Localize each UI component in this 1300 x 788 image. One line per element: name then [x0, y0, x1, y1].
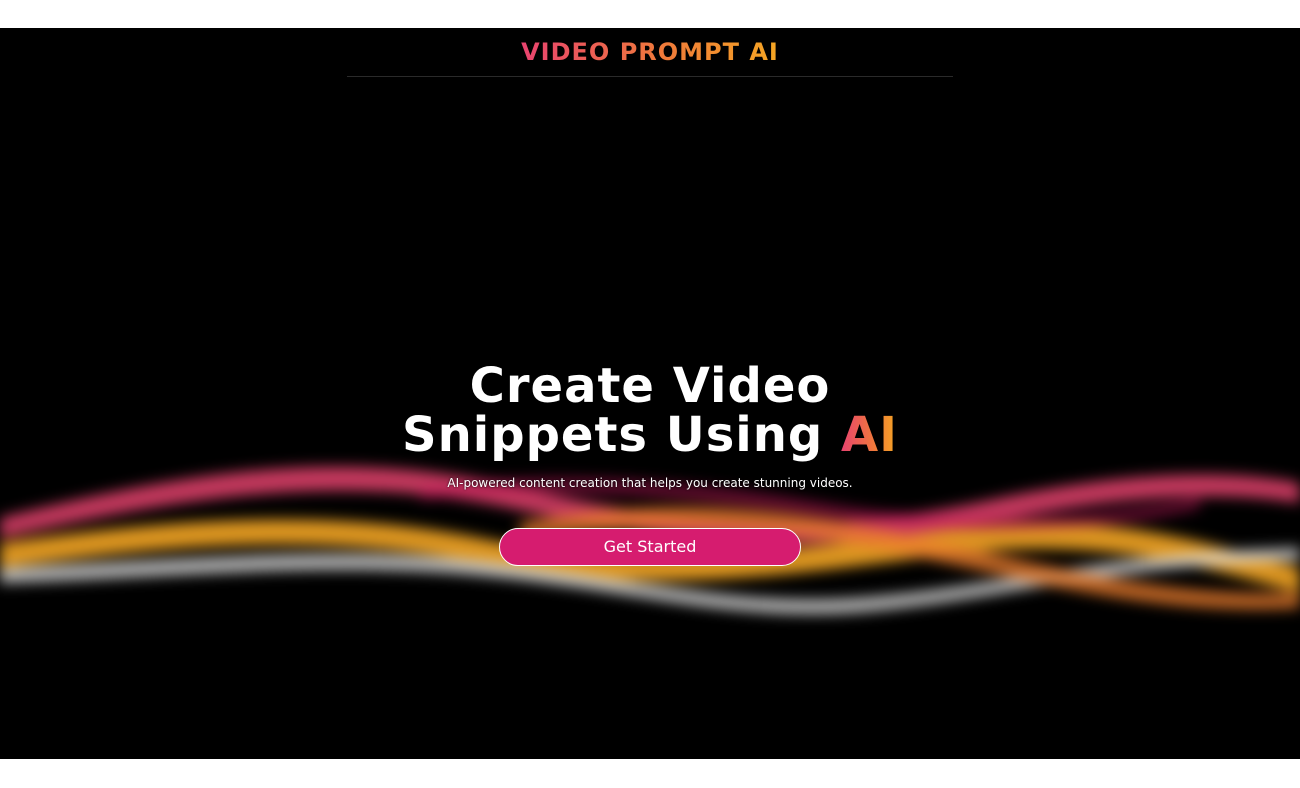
brand-logo-text[interactable]: VIDEO PROMPT AI [521, 38, 779, 66]
header: VIDEO PROMPT AI [0, 38, 1300, 66]
headline-accent: AI [840, 407, 898, 463]
hero-content: Create Video Snippets Using AI AI-powere… [0, 362, 1300, 491]
hero-stage: VIDEO PROMPT AI Create Video Snippets Us… [0, 28, 1300, 759]
hero-headline: Create Video Snippets Using AI [0, 362, 1300, 460]
header-divider [347, 76, 953, 77]
headline-line-1: Create Video [469, 358, 831, 414]
hero-subtitle: AI-powered content creation that helps y… [447, 476, 853, 490]
headline-line-2: Snippets Using [402, 407, 841, 463]
get-started-button[interactable]: Get Started [499, 528, 801, 566]
